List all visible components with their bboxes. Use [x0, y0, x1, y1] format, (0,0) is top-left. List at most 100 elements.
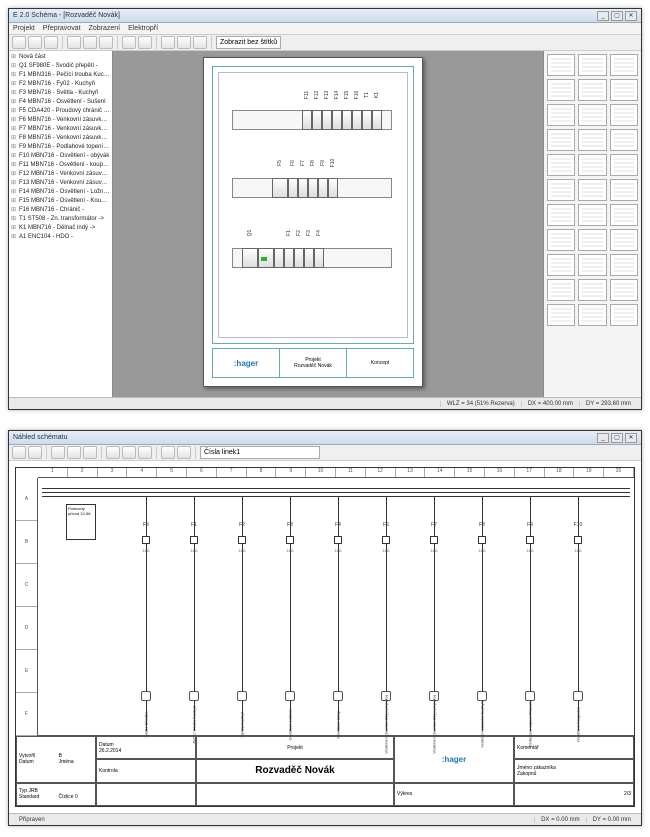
tree-item[interactable]: T1 ST508 - Zn. transformátor ->	[11, 215, 110, 224]
tree-item[interactable]: Nová část	[11, 53, 110, 62]
thumbnail[interactable]	[610, 154, 638, 176]
tree-item[interactable]: A1 ENC104 - HDO -	[11, 233, 110, 242]
thumbnail[interactable]	[610, 179, 638, 201]
circuit-column[interactable]: F916APodlahové topení Přízemí	[512, 496, 548, 731]
minimize-icon[interactable]: _	[597, 433, 609, 443]
thumbnail[interactable]	[578, 304, 606, 326]
menu-projekt[interactable]: Projekt	[13, 25, 35, 32]
tool-export-icon[interactable]	[177, 446, 191, 459]
thumbnail[interactable]	[578, 154, 606, 176]
circuit-column[interactable]: F516ASvětlo Chodba	[128, 496, 164, 731]
tool-new-icon[interactable]	[12, 446, 26, 459]
module[interactable]	[304, 248, 314, 268]
module[interactable]	[328, 178, 338, 198]
module[interactable]	[372, 110, 382, 130]
circuit-column[interactable]: F616AVenkovní zásuvka Obývací pokoj	[368, 496, 404, 731]
module[interactable]	[288, 178, 298, 198]
thumbnail[interactable]	[547, 179, 575, 201]
circuit-column[interactable]: F416AOsvětlení Sklep	[320, 496, 356, 731]
thumbnail[interactable]	[578, 54, 606, 76]
thumbnail[interactable]	[547, 279, 575, 301]
thumbnail[interactable]	[610, 229, 638, 251]
circuit-column[interactable]: F1016AOsvětlení Koupelna	[560, 496, 596, 731]
tree-item[interactable]: F16 MBN716 - Chránič -	[11, 206, 110, 215]
maximize-icon[interactable]: ▢	[611, 11, 623, 21]
titlebar[interactable]: Náhled schématu _ ▢ ✕	[9, 431, 641, 445]
thumbnail[interactable]	[610, 79, 638, 101]
module[interactable]	[342, 110, 352, 130]
tool-cut-icon[interactable]	[51, 446, 65, 459]
tree-item[interactable]: F9 MBN716 - Podlahové topení #Obýv	[11, 143, 110, 152]
tree-item[interactable]: F6 MBN716 - Venkovní zásuvka - Dův	[11, 116, 110, 125]
module-spd[interactable]	[258, 248, 274, 268]
thumbnail[interactable]	[547, 54, 575, 76]
tool-paste-icon[interactable]	[83, 446, 97, 459]
thumbnail[interactable]	[610, 279, 638, 301]
tree-item[interactable]: F10 MBN716 - Osvětlení - obývák	[11, 152, 110, 161]
tree-item[interactable]: Q1 SF980E - Svodič přepětí -	[11, 62, 110, 71]
minimize-icon[interactable]: _	[597, 11, 609, 21]
tool-print-icon[interactable]	[138, 446, 152, 459]
circuit-column[interactable]: F316AOsvětlení Ložnice	[272, 496, 308, 731]
tree-item[interactable]: F2 MBN716 - Fy02 - Kuchyň	[11, 80, 110, 89]
thumbnail[interactable]	[610, 304, 638, 326]
tool-paste-icon[interactable]	[99, 36, 113, 49]
module[interactable]	[322, 110, 332, 130]
thumbnail[interactable]	[547, 304, 575, 326]
tool-save-icon[interactable]	[44, 36, 58, 49]
module-rcd[interactable]	[272, 178, 288, 198]
tool-redo-icon[interactable]	[138, 36, 152, 49]
circuit-column[interactable]: F216AMyčka Kuchyň	[224, 496, 260, 731]
tool-zoom-icon[interactable]	[161, 36, 175, 49]
tool-cut-icon[interactable]	[67, 36, 81, 49]
tree-item[interactable]: F11 MBN716 - Osvětlení - koupelna	[11, 161, 110, 170]
thumbnail[interactable]	[578, 229, 606, 251]
tree-item[interactable]: F3 MBN716 - Světla - Kuchyň	[11, 89, 110, 98]
tree-item[interactable]: K1 MBN716 - Dělnač indý ->	[11, 224, 110, 233]
supply-box[interactable]: Pomocný přívod 12-56	[66, 504, 96, 540]
schematic-sheet[interactable]: 1 2 3 4 5 6 7 8 9 10 11 12 13 14 15 16 1…	[15, 467, 635, 807]
tool-copy-icon[interactable]	[83, 36, 97, 49]
module[interactable]	[362, 110, 372, 130]
module[interactable]	[332, 110, 342, 130]
thumbnail-gallery[interactable]	[543, 51, 641, 397]
thumbnail[interactable]	[547, 204, 575, 226]
module[interactable]	[314, 248, 324, 268]
tool-open-icon[interactable]	[28, 36, 42, 49]
thumbnail[interactable]	[578, 79, 606, 101]
module[interactable]	[302, 110, 312, 130]
thumbnail[interactable]	[578, 279, 606, 301]
tree-item[interactable]: F7 MBN716 - Venkovní zásuvka - obýv	[11, 125, 110, 134]
tree-item[interactable]: F5 CDA420 - Proudový chránič - Sušení	[11, 107, 110, 116]
tree-item[interactable]: F14 MBN716 - Osvětlení - Ložnice	[11, 188, 110, 197]
close-icon[interactable]: ✕	[625, 11, 637, 21]
tree-item[interactable]: F12 MBN716 - Venkovní zásuvka - Lož	[11, 170, 110, 179]
circuit-column[interactable]: F116APečící trouba Kuchyň	[176, 496, 212, 731]
maximize-icon[interactable]: ▢	[611, 433, 623, 443]
tool-zoom-fit-icon[interactable]	[122, 446, 136, 459]
tree-item[interactable]: F8 MBN716 - Venkovní zásuvka - Kou	[11, 134, 110, 143]
tool-copy-icon[interactable]	[67, 446, 81, 459]
tool-refresh-icon[interactable]	[161, 446, 175, 459]
circuit-column[interactable]: F716AVenkovní zásuvka Obývací pokoj	[416, 496, 452, 731]
module[interactable]	[352, 110, 362, 130]
tree-item[interactable]: F4 MBN716 - Osvětlení - Sušení	[11, 98, 110, 107]
schematic-area[interactable]: Pomocný přívod 12-56 F516ASvětlo Chodba F…	[38, 478, 634, 736]
module[interactable]	[312, 110, 322, 130]
tree-item[interactable]: F13 MBN716 - Venkovní zásuvka - Det	[11, 179, 110, 188]
menu-elektro[interactable]: Elektropří	[128, 25, 158, 32]
line-number-select[interactable]: Čísla linek1	[200, 446, 320, 459]
module[interactable]	[294, 248, 304, 268]
component-tree[interactable]: Nová část Q1 SF980E - Svodič přepětí - F…	[9, 51, 113, 397]
titlebar[interactable]: E 2.0 Schéma - [Rozvaděč Novák] _ ▢ ✕	[9, 9, 641, 23]
module[interactable]	[308, 178, 318, 198]
thumbnail[interactable]	[610, 54, 638, 76]
module-main[interactable]	[242, 248, 258, 268]
thumbnail[interactable]	[547, 79, 575, 101]
thumbnail[interactable]	[610, 204, 638, 226]
thumbnail[interactable]	[547, 104, 575, 126]
close-icon[interactable]: ✕	[625, 433, 637, 443]
thumbnail[interactable]	[610, 254, 638, 276]
module[interactable]	[274, 248, 284, 268]
thumbnail[interactable]	[578, 129, 606, 151]
